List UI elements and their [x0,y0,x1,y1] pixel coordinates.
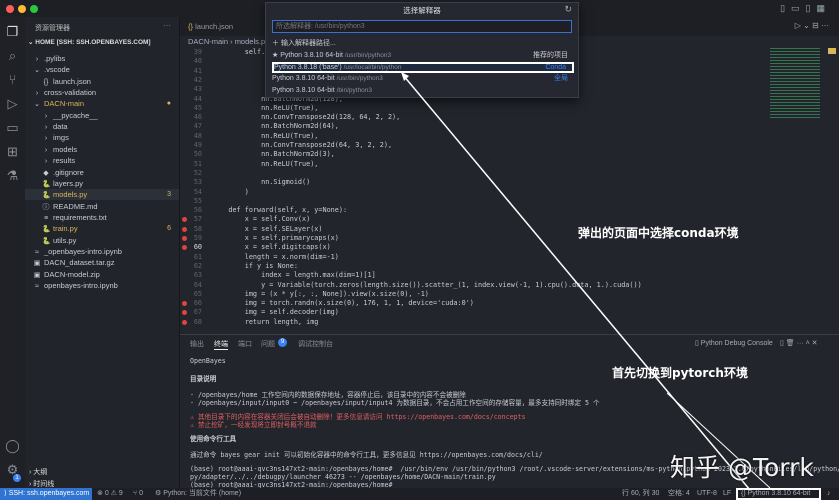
watermark: 知乎 @Torrk [670,453,814,482]
annotation-select-conda: 弹出的页面中选择conda环境 [578,226,739,240]
arrow-to-conda [402,74,751,491]
annotation-arrows [401,72,771,491]
annotation-switch-env: 首先切换到pytorch环境 [612,366,748,380]
